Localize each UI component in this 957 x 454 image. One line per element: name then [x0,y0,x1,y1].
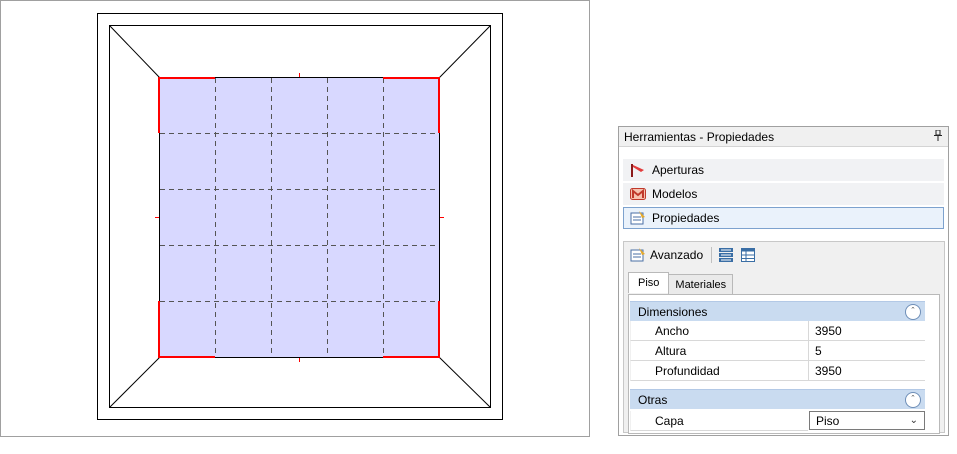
panel-title: Herramientas - Propiedades [624,129,775,144]
prop-value[interactable]: 5 [808,341,925,361]
property-grid-area: Avanzado Piso Materiales Dimensiones ˆ A… [623,241,945,434]
prop-row-altura[interactable]: Altura 5 [630,341,925,361]
categorized-view-icon[interactable] [718,247,734,263]
collapse-icon[interactable]: ˆ [905,303,921,320]
nav-item-modelos[interactable]: Modelos [623,183,944,205]
chevron-down-icon: ⌄ [909,415,918,426]
toolbar-separator [711,247,713,263]
prop-value[interactable]: 3950 [808,361,925,381]
floor-surface[interactable] [159,77,440,358]
nav-label: Aperturas [652,163,705,177]
nav-item-aperturas[interactable]: Aperturas [623,159,944,181]
models-icon [630,186,646,202]
tool-navigation: Aperturas Modelos Propiedades [619,147,948,229]
tools-properties-panel: Herramientas - Propiedades Aperturas Mod… [618,126,949,436]
room-plan-view [97,13,503,420]
prop-name: Altura [630,341,808,361]
advanced-label: Avanzado [650,248,704,262]
prop-row-profundidad[interactable]: Profundidad 3950 [630,361,925,381]
advanced-icon [630,247,646,263]
property-toolbar: Avanzado [624,242,944,268]
layer-select[interactable]: Piso ⌄ [809,411,925,430]
nav-label: Propiedades [652,211,720,225]
openings-icon [630,162,646,178]
table-view-icon[interactable] [740,247,756,263]
panel-header: Herramientas - Propiedades [619,127,948,147]
section-other[interactable]: Otras ˆ [630,389,925,409]
prop-name: Profundidad [630,361,808,381]
tab-materiales[interactable]: Materiales [668,274,734,294]
section-dimensions[interactable]: Dimensiones ˆ [630,301,925,321]
prop-row-ancho[interactable]: Ancho 3950 [630,321,925,341]
nav-item-propiedades[interactable]: Propiedades [623,207,944,229]
section-title: Otras [638,392,668,407]
drawing-viewport[interactable] [0,0,590,437]
property-tabs: Piso Materiales [628,272,734,294]
tab-content: Dimensiones ˆ Ancho 3950 Altura 5 Profun… [628,294,940,434]
tab-piso[interactable]: Piso [628,272,670,293]
properties-icon [630,210,646,226]
nav-label: Modelos [652,187,698,201]
prop-value[interactable]: 3950 [808,321,925,341]
advanced-button[interactable]: Avanzado [630,247,703,263]
prop-name: Ancho [630,321,808,341]
prop-name: Capa [630,411,808,431]
pin-icon[interactable] [933,129,943,144]
section-title: Dimensiones [638,304,708,319]
select-value: Piso [816,413,840,428]
prop-row-capa[interactable]: Capa Piso ⌄ [630,411,925,431]
collapse-icon[interactable]: ˆ [905,391,921,408]
